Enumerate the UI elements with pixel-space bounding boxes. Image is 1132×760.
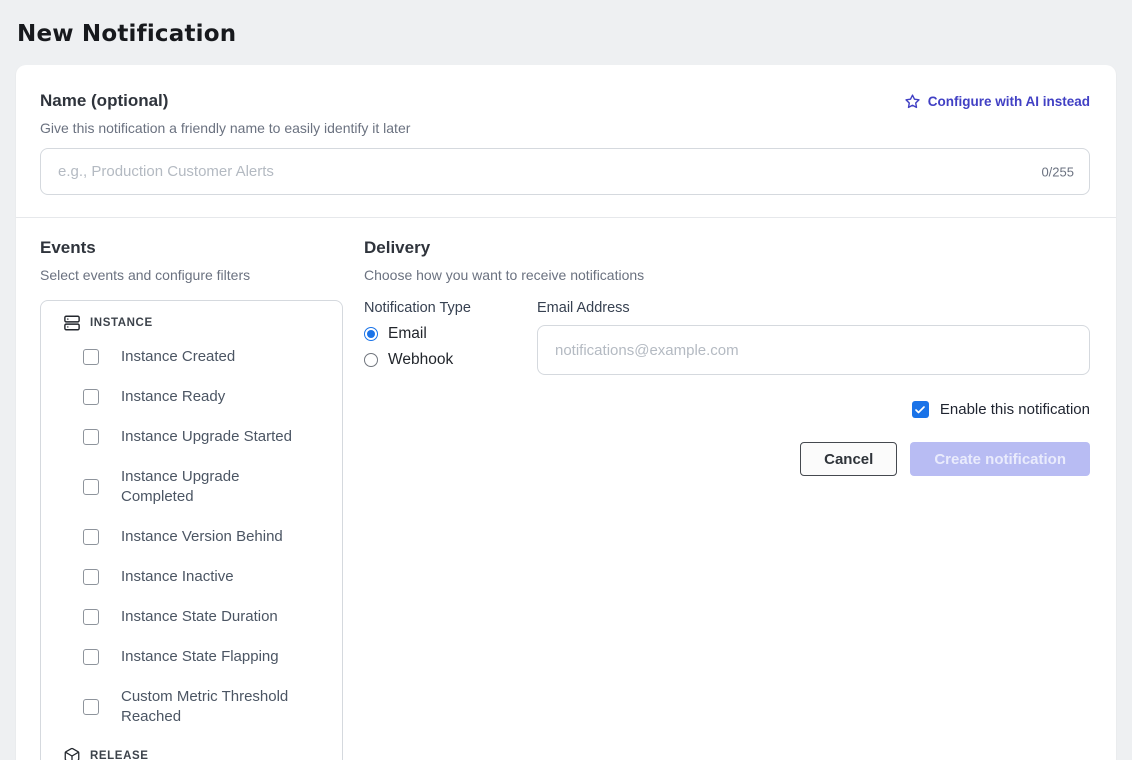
delivery-heading: Delivery [364, 238, 1090, 258]
delivery-subtitle: Choose how you want to receive notificat… [364, 267, 1090, 283]
event-label: Instance State Flapping [121, 647, 293, 667]
group-label-release: RELEASE [90, 750, 149, 760]
checkbox-instance-inactive[interactable] [83, 569, 99, 585]
event-label: Instance Version Behind [121, 527, 293, 547]
radio-webhook-label: Webhook [388, 351, 453, 369]
event-row: Instance Version Behind [83, 527, 328, 547]
page-title: New Notification [0, 0, 1132, 47]
event-row: Instance Upgrade Completed [83, 467, 328, 507]
radio-row-email: Email [364, 325, 537, 343]
radio-email-label: Email [388, 325, 427, 343]
name-input[interactable] [40, 148, 1090, 195]
email-address-input[interactable] [537, 325, 1090, 375]
checkbox-instance-ready[interactable] [83, 389, 99, 405]
radio-row-webhook: Webhook [364, 351, 537, 369]
event-row: Instance Inactive [83, 567, 328, 587]
package-icon [63, 747, 81, 760]
events-panel: INSTANCE Instance Created Instance Ready… [40, 300, 343, 760]
event-label: Instance Upgrade Started [121, 427, 293, 447]
event-label: Custom Metric Threshold Reached [121, 687, 293, 727]
events-section: Events Select events and configure filte… [40, 238, 343, 760]
events-subtitle: Select events and configure filters [40, 267, 343, 283]
group-label-instance: INSTANCE [90, 317, 153, 329]
star-icon [904, 93, 921, 110]
event-label: Instance Inactive [121, 567, 293, 587]
server-icon [63, 314, 81, 332]
radio-webhook[interactable] [364, 353, 378, 367]
name-section: Name (optional) Configure with AI instea… [16, 65, 1116, 217]
checkbox-custom-metric-threshold[interactable] [83, 699, 99, 715]
checkbox-instance-upgrade-completed[interactable] [83, 479, 99, 495]
ai-link-label: Configure with AI instead [928, 94, 1090, 109]
email-address-label: Email Address [537, 300, 1090, 316]
checkbox-instance-version-behind[interactable] [83, 529, 99, 545]
event-row: Instance Upgrade Started [83, 427, 328, 447]
event-label: Instance Upgrade Completed [121, 467, 293, 507]
check-icon [914, 404, 926, 416]
event-row: Custom Metric Threshold Reached [83, 687, 328, 727]
event-row: Instance State Duration [83, 607, 328, 627]
name-subtitle: Give this notification a friendly name t… [40, 120, 1090, 136]
event-group-instance: INSTANCE [63, 314, 328, 332]
create-notification-button[interactable]: Create notification [910, 442, 1090, 476]
event-row: Instance State Flapping [83, 647, 328, 667]
event-label: Instance Created [121, 347, 293, 367]
notification-type-label: Notification Type [364, 300, 537, 316]
radio-email[interactable] [364, 327, 378, 341]
checkbox-instance-created[interactable] [83, 349, 99, 365]
configure-with-ai-link[interactable]: Configure with AI instead [904, 93, 1090, 110]
event-row: Instance Created [83, 347, 328, 367]
new-notification-card: Name (optional) Configure with AI instea… [16, 65, 1116, 760]
event-label: Instance State Duration [121, 607, 293, 627]
name-heading: Name (optional) [40, 91, 168, 111]
enable-notification-checkbox[interactable] [912, 401, 929, 418]
checkbox-instance-state-duration[interactable] [83, 609, 99, 625]
checkbox-instance-state-flapping[interactable] [83, 649, 99, 665]
events-heading: Events [40, 238, 343, 258]
event-label: Instance Ready [121, 387, 293, 407]
enable-notification-label: Enable this notification [940, 401, 1090, 418]
delivery-section: Delivery Choose how you want to receive … [364, 238, 1090, 760]
char-counter: 0/255 [1041, 164, 1074, 179]
event-group-release: RELEASE [63, 747, 328, 760]
cancel-button[interactable]: Cancel [800, 442, 897, 476]
checkbox-instance-upgrade-started[interactable] [83, 429, 99, 445]
event-row: Instance Ready [83, 387, 328, 407]
